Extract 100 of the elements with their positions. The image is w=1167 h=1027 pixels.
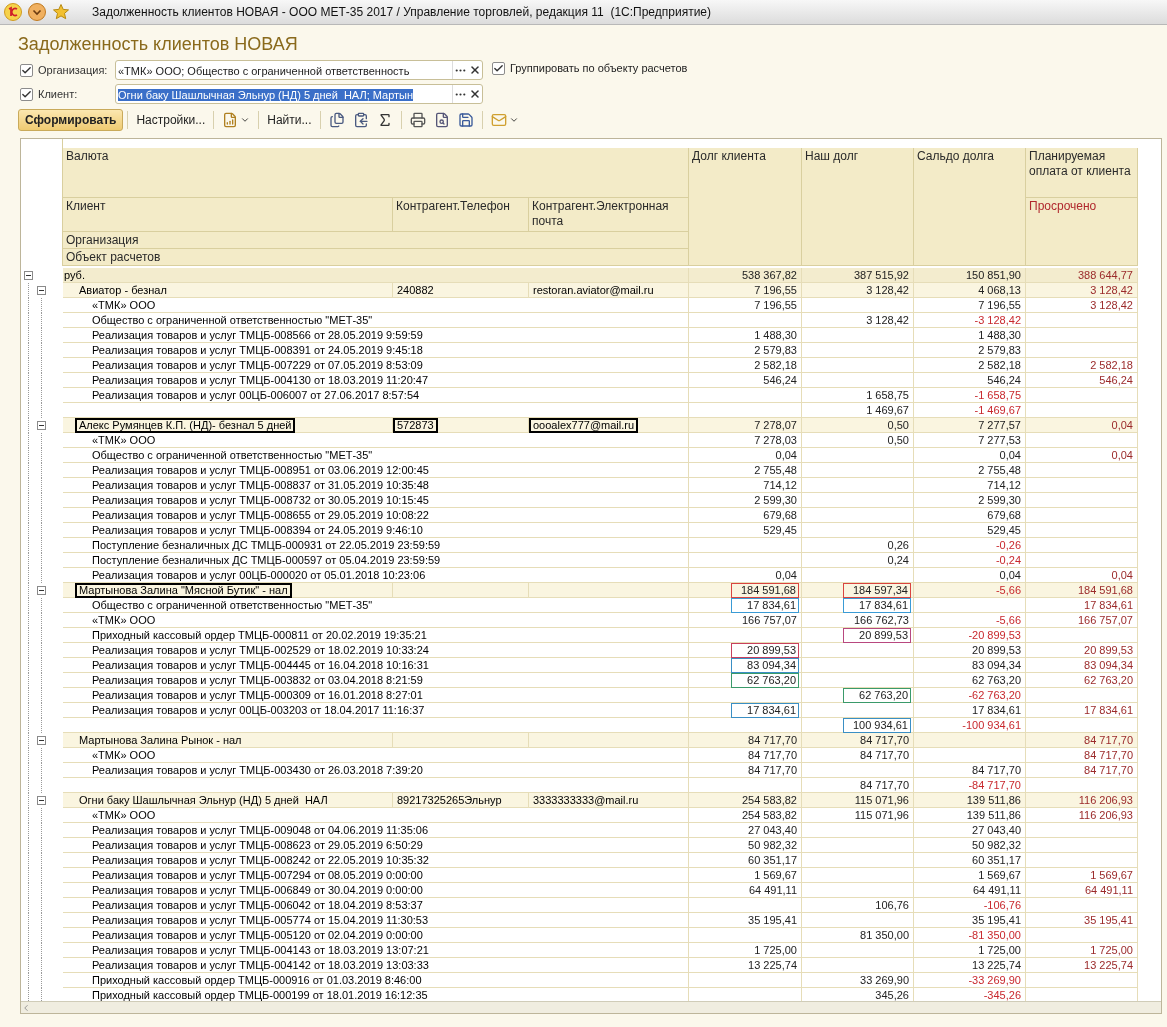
amount-cell-text: 0,04	[774, 568, 798, 582]
amount-cell-text: 13 225,74	[971, 958, 1022, 972]
amount-cell-text: 1 725,00	[753, 943, 798, 957]
collapse-toggle[interactable]	[37, 421, 46, 430]
amount-cell-text: -3 128,42	[973, 313, 1022, 327]
client-name: Мартынова Залина "Мясной Бутик" - нал	[75, 582, 292, 598]
amount-cell-text: 7 278,03	[753, 433, 798, 447]
document-label: Реализация товаров и услуг ТМЦБ-006849 от 30.04.2019 0:00:00	[92, 883, 423, 897]
amount-cell-text: 116 206,93	[1077, 808, 1134, 822]
amount-cell-text: 35 195,41	[971, 913, 1022, 927]
amount-cell-text: 0,04	[998, 568, 1022, 582]
app-logo-icon	[4, 3, 22, 21]
filter-field[interactable]: «ТМК» ООО; Общество с ограниченной ответственность	[115, 60, 483, 80]
amount-cell-text: -1 658,75	[973, 388, 1022, 402]
amount-cell-text: 529,45	[986, 523, 1022, 537]
printer-icon	[409, 112, 426, 128]
amount-cell-text: 27 043,40	[747, 823, 798, 837]
document-label: Реализация товаров и услуг ТМЦБ-002529 от 18.02.2019 10:33:24	[92, 643, 429, 657]
amount-cell-text: 3 128,42	[865, 283, 910, 297]
column-header: Организация	[63, 232, 689, 249]
amount-cell-text: 20 899,53	[971, 643, 1022, 657]
document-label: Реализация товаров и услуг ТМЦБ-008951 от 03.06.2019 12:00:45	[92, 463, 429, 477]
checkbox[interactable]	[20, 87, 33, 101]
star-icon[interactable]	[52, 3, 70, 21]
amount-cell-text: 84 717,70	[747, 733, 798, 747]
amount-cell: 17 834,61	[731, 597, 799, 613]
close-icon	[468, 88, 481, 100]
horizontal-scrollbar[interactable]	[21, 1001, 1161, 1013]
amount-cell-text: -62 763,20	[967, 688, 1022, 702]
document-label: Реализация товаров и услуг ТМЦБ-004445 от 16.04.2018 10:16:31	[92, 658, 429, 672]
amount-cell-text: 166 757,07	[740, 613, 798, 627]
amount-cell-text: 0,50	[886, 433, 910, 447]
caret-icon	[508, 115, 519, 125]
amount-cell-text: 13 225,74	[1083, 958, 1134, 972]
amount-cell-text: 84 717,70	[859, 748, 910, 762]
amount-cell-text: 529,45	[762, 523, 798, 537]
amount-cell-text: 7 277,57	[977, 418, 1022, 432]
amount-cell-text: 2 755,48	[753, 463, 798, 477]
amount-cell-text: 2 579,83	[977, 343, 1022, 357]
amount-cell-text: 17 834,61	[1083, 703, 1134, 717]
checkbox[interactable]	[20, 63, 33, 77]
document-label: Поступление безналичных ДС ТМЦБ-000597 от 05.04.2019 23:59:59	[92, 553, 441, 567]
document-label: Реализация товаров и услуг ТМЦБ-004143 от 18.03.2019 13:07:21	[92, 943, 429, 957]
document-chart-icon	[222, 112, 239, 128]
collapse-toggle[interactable]	[24, 271, 33, 280]
document-label: Общество с ограниченной ответственностью "МЕТ-35"	[92, 448, 373, 462]
document-label: Реализация товаров и услуг ТМЦБ-008732 от 30.05.2019 10:15:45	[92, 493, 429, 507]
amount-cell-text: 538 367,82	[740, 268, 798, 282]
minus-icon	[26, 273, 31, 278]
filter-field[interactable]: Огни баку Шашлычная Эльнур (НД) 5 дней НАЛ; Мартын	[115, 84, 483, 104]
amount-cell-text: 62 763,20	[971, 673, 1022, 687]
amount-cell-text: 0,04	[774, 448, 798, 462]
amount-cell: 20 899,53	[731, 642, 799, 658]
collapse-toggle[interactable]	[37, 736, 46, 745]
settings-button[interactable]: Настройки...	[132, 109, 210, 131]
amount-cell-text: 83 094,34	[971, 658, 1022, 672]
document-label: Реализация товаров и услуг 00ЦБ-000020 от 05.01.2018 10:23:06	[92, 568, 426, 582]
window-title: Задолженность клиентов НОВАЯ - ООО МЕТ-35 2017 / Управление торговлей, редакция 11 (1С:Предприятие)	[92, 4, 711, 21]
amount-cell-text: 35 195,41	[747, 913, 798, 927]
document-label: Реализация товаров и услуг ТМЦБ-003430 от 26.03.2018 7:39:20	[92, 763, 423, 777]
save-icon	[457, 112, 474, 128]
amount-cell-text: 387 515,92	[852, 268, 910, 282]
filter-label: Организация:	[38, 62, 109, 78]
document-label: Реализация товаров и услуг ТМЦБ-004130 от 18.03.2019 11:20:47	[92, 373, 429, 387]
minus-icon	[39, 588, 44, 593]
document-label: Реализация товаров и услуг ТМЦБ-008242 от 22.05.2019 10:35:32	[92, 853, 429, 867]
collapse-toggle[interactable]	[37, 796, 46, 805]
amount-cell-text: 1 488,30	[753, 328, 798, 342]
report-title: Задолженность клиентов НОВАЯ	[18, 32, 298, 56]
amount-cell-text: -20 899,53	[967, 628, 1022, 642]
mail-icon	[490, 112, 507, 128]
amount-cell: 184 597,34	[843, 582, 911, 598]
generate-button[interactable]: Сформировать	[18, 109, 124, 131]
document-label: Реализация товаров и услуг ТМЦБ-005774 от 15.04.2019 11:30:53	[92, 913, 429, 927]
amount-cell-text: -1 469,67	[973, 403, 1022, 417]
column-header: Наш долг	[802, 148, 914, 266]
amount-cell-text: 7 196,55	[753, 283, 798, 297]
collapse-toggle[interactable]	[37, 586, 46, 595]
copy-icon	[328, 112, 345, 128]
document-label: Реализация товаров и услуг ТМЦБ-008391 от 24.05.2019 9:45:18	[92, 343, 423, 357]
amount-cell-text: 84 717,70	[859, 733, 910, 747]
document-label: Поступление безналичных ДС ТМЦБ-000931 от 22.05.2019 23:59:59	[92, 538, 441, 552]
amount-cell-text: 1 488,30	[977, 328, 1022, 342]
amount-cell-text: 4 068,13	[977, 283, 1022, 297]
column-header: Контрагент.Телефон	[393, 198, 529, 232]
amount-cell-text: 3 128,42	[1089, 283, 1134, 297]
checkbox[interactable]	[492, 61, 505, 75]
collapse-toggle[interactable]	[37, 286, 46, 295]
amount-cell-text: 84 717,70	[1083, 763, 1134, 777]
amount-cell-text: 84 717,70	[747, 748, 798, 762]
amount-cell-text: 0,04	[1110, 418, 1134, 432]
dropdown-icon[interactable]	[28, 3, 46, 21]
amount-cell-text: -5,66	[994, 613, 1022, 627]
column-header: Объект расчетов	[63, 249, 689, 266]
find-button[interactable]: Найти...	[263, 109, 316, 131]
phone-cell: 572873	[393, 417, 438, 433]
amount-cell-text: 33 269,90	[859, 973, 910, 987]
amount-cell: 17 834,61	[843, 597, 911, 613]
amount-cell: 100 934,61	[843, 717, 911, 733]
amount-cell-text: 2 582,18	[977, 358, 1022, 372]
